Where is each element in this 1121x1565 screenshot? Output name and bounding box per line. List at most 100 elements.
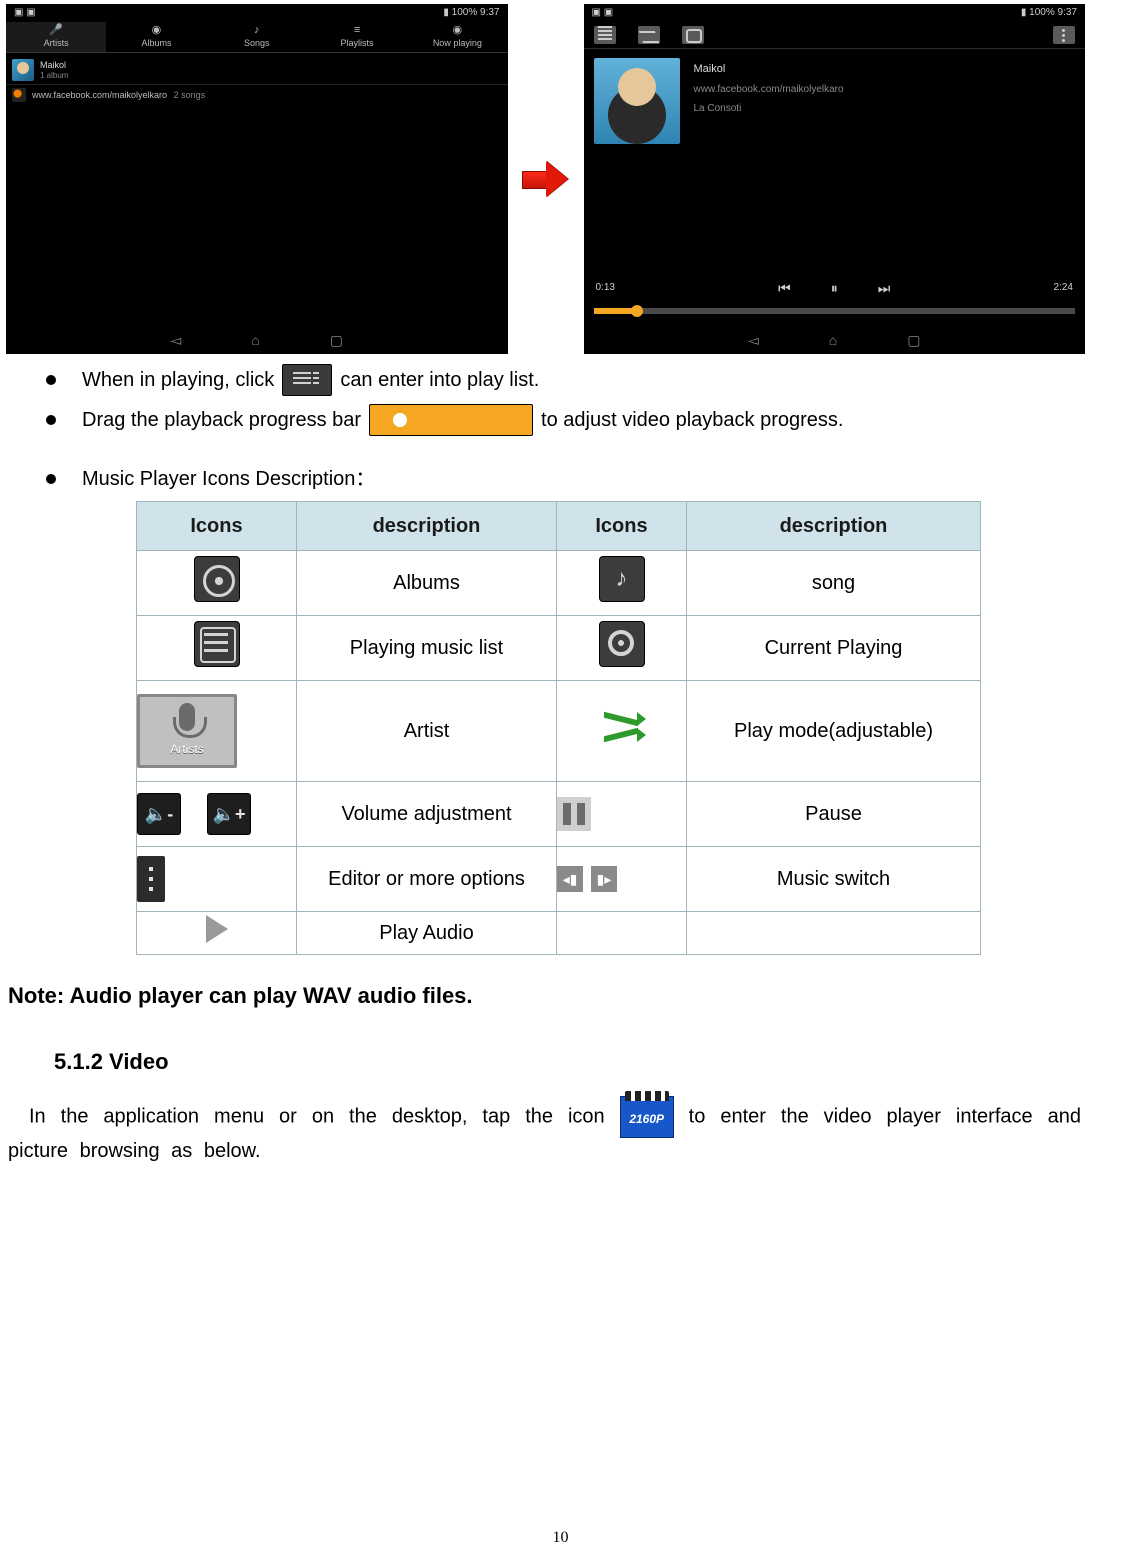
col-header-desc: description xyxy=(297,502,557,551)
desc-cell: Current Playing xyxy=(687,616,981,681)
back-icon[interactable]: ◅ xyxy=(171,331,182,350)
pause-icon xyxy=(557,797,591,831)
icon-cell-volume: 🔈- 🔈+ xyxy=(137,782,297,847)
table-row: Playing music list Current Playing xyxy=(137,616,981,681)
bullet-list: When in playing, click can enter into pl… xyxy=(42,364,1085,493)
track-info: Maikol www.facebook.com/maikolyelkaro La… xyxy=(694,62,844,116)
shuffle-icon[interactable] xyxy=(638,26,660,44)
tab-songs[interactable]: ♪Songs xyxy=(207,22,307,52)
album-cover xyxy=(594,58,680,144)
more-icon[interactable] xyxy=(1053,26,1075,44)
status-icons-left: ▣ ▣ xyxy=(14,6,36,20)
albums-icon xyxy=(194,556,240,602)
bullet-drag-progress: Drag the playback progress bar to adjust… xyxy=(42,404,1085,436)
status-icons-left: ▣ ▣ xyxy=(592,6,614,20)
progress-bar-icon xyxy=(369,404,533,436)
album-subtitle: 2 songs xyxy=(174,90,206,100)
album-row[interactable]: www.facebook.com/maikolyelkaro 2 songs xyxy=(6,86,508,104)
player-controls: 0:13 ⏮ ⏸ ⏭ 2:24 xyxy=(584,274,1086,302)
repeat-icon[interactable] xyxy=(682,26,704,44)
pause-icon[interactable]: ⏸ xyxy=(831,279,838,298)
tab-label: Albums xyxy=(141,37,171,49)
android-navbar: ◅ ⌂ ▢ xyxy=(6,326,508,354)
icon-cell-pause xyxy=(557,782,687,847)
screenshot-now-playing: ▣ ▣ ▮ 100% 9:37 Maikol www.facebook.com/… xyxy=(584,4,1086,354)
page-number: 10 xyxy=(0,1527,1121,1549)
desc-cell: Play Audio xyxy=(297,912,557,955)
video-paragraph: In the application menu or on the deskto… xyxy=(8,1096,1081,1165)
library-tabs: 🎤Artists ◉Albums ♪Songs ≡Playlists ◉Now … xyxy=(6,22,508,53)
back-icon[interactable]: ◅ xyxy=(748,331,759,350)
tab-nowplaying[interactable]: ◉Now playing xyxy=(407,22,507,52)
progress-bar[interactable] xyxy=(594,308,1076,314)
album-title: www.facebook.com/maikolyelkaro xyxy=(32,90,167,100)
icons-description-table: Icons description Icons description Albu… xyxy=(136,501,981,955)
disc-icon: ◉ xyxy=(152,25,162,36)
tab-albums[interactable]: ◉Albums xyxy=(106,22,206,52)
note-text: Note: Audio player can play WAV audio fi… xyxy=(8,981,1085,1011)
mic-icon: 🎤 xyxy=(49,25,63,36)
col-header-icons: Icons xyxy=(137,502,297,551)
nowplaying-icon: ◉ xyxy=(453,25,463,36)
bullet-text: When in playing, click xyxy=(82,367,274,394)
icon-cell-albums xyxy=(137,551,297,616)
para-text: In the application menu or on the deskto… xyxy=(29,1106,605,1128)
tab-label: Artists xyxy=(44,37,69,49)
icon-cell-song xyxy=(557,551,687,616)
video-app-icon: 2160P xyxy=(620,1096,674,1138)
play-mode-icon xyxy=(600,710,644,744)
screenshots-row: ▣ ▣ ▮ 100% 9:37 🎤Artists ◉Albums ♪Songs … xyxy=(6,4,1085,354)
tab-artists[interactable]: 🎤Artists xyxy=(6,22,106,52)
bullet-text: Music Player Icons Description： xyxy=(82,468,375,490)
current-playing-icon xyxy=(599,621,645,667)
time-total: 2:24 xyxy=(1054,281,1073,295)
prev-track-icon: ◂▮ xyxy=(557,866,583,892)
track-title: La Consoti xyxy=(694,102,844,116)
prev-icon[interactable]: ⏮ xyxy=(778,279,791,298)
icon-cell-list xyxy=(137,616,297,681)
note-icon: ♪ xyxy=(254,25,260,36)
tab-label: Playlists xyxy=(341,37,374,49)
volume-icon: 🔈- 🔈+ xyxy=(137,793,251,835)
video-icon-label: 2160P xyxy=(629,1112,664,1126)
next-icon[interactable]: ⏭ xyxy=(878,279,891,298)
tab-label: Now playing xyxy=(433,37,482,49)
android-navbar: ◅ ⌂ ▢ xyxy=(584,326,1086,354)
table-row: Editor or more options ◂▮ ▮▸ Music switc… xyxy=(137,847,981,912)
icon-cell-shuffle xyxy=(557,681,687,782)
more-options-icon xyxy=(137,856,165,902)
recent-icon[interactable]: ▢ xyxy=(330,331,343,350)
icon-cell-play xyxy=(137,912,297,955)
bullet-text: Drag the playback progress bar xyxy=(82,407,361,434)
artist-row[interactable]: Maikol 1 album xyxy=(6,56,508,85)
tab-playlists[interactable]: ≡Playlists xyxy=(307,22,407,52)
table-row: 🔈- 🔈+ Volume adjustment Pause xyxy=(137,782,981,847)
recent-icon[interactable]: ▢ xyxy=(907,331,920,350)
icon-cell-more xyxy=(137,847,297,912)
artist-info: Maikol 1 album xyxy=(40,59,68,82)
bullet-text: to adjust video playback progress. xyxy=(541,407,843,434)
track-artist: Maikol xyxy=(694,62,844,77)
home-icon[interactable]: ⌂ xyxy=(829,331,837,350)
artist-name: Maikol xyxy=(40,59,68,71)
track-site: www.facebook.com/maikolyelkaro xyxy=(694,83,844,97)
desc-cell: song xyxy=(687,551,981,616)
col-header-icons2: Icons xyxy=(557,502,687,551)
status-icons-right: ▮ 100% 9:37 xyxy=(443,6,499,20)
icon-cell-empty xyxy=(557,912,687,955)
bullet-text: can enter into play list. xyxy=(340,367,539,394)
artist-icon-label: Artists xyxy=(170,741,203,757)
volume-down-icon: 🔈- xyxy=(137,793,181,835)
artist-avatar xyxy=(12,59,34,81)
playlist-icon[interactable] xyxy=(594,26,616,44)
music-switch-icon: ◂▮ ▮▸ xyxy=(557,866,686,892)
desc-cell: Albums xyxy=(297,551,557,616)
artist-icon: Artists xyxy=(137,694,237,768)
next-track-icon: ▮▸ xyxy=(591,866,617,892)
section-heading-video: 5.1.2 Video xyxy=(54,1047,1085,1077)
song-icon xyxy=(599,556,645,602)
desc-cell: Artist xyxy=(297,681,557,782)
home-icon[interactable]: ⌂ xyxy=(251,331,259,350)
table-row: Play Audio xyxy=(137,912,981,955)
col-header-desc2: description xyxy=(687,502,981,551)
